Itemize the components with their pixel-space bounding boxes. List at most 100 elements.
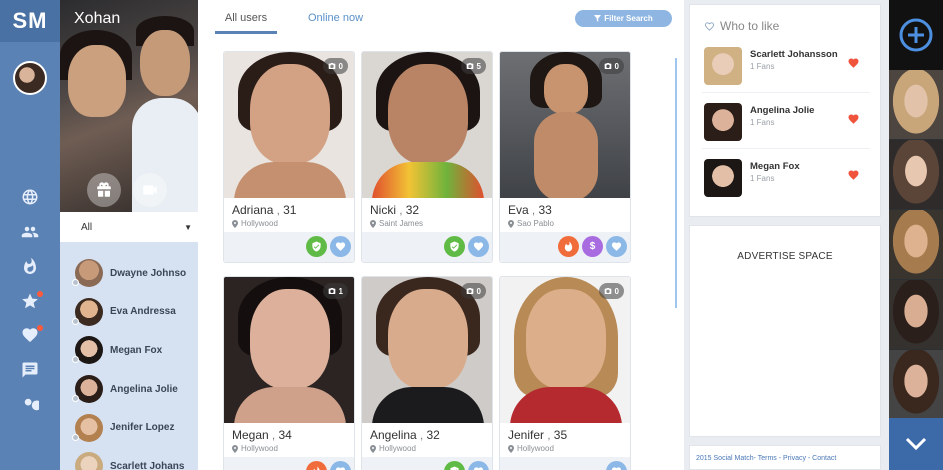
- user-photo[interactable]: 0: [224, 52, 354, 198]
- like-button[interactable]: [468, 461, 489, 470]
- card-name: Angelina: [370, 428, 417, 442]
- verified-badge[interactable]: [444, 236, 465, 257]
- contact-avatar: [72, 297, 103, 326]
- scroll-down-button[interactable]: [889, 418, 943, 470]
- like-button[interactable]: [606, 461, 627, 470]
- user-photo[interactable]: 0: [500, 277, 630, 423]
- tab-all-users[interactable]: All users: [215, 6, 277, 34]
- logo[interactable]: SM: [0, 0, 60, 42]
- hot-badge[interactable]: [558, 236, 579, 257]
- filter-icon: [594, 15, 602, 22]
- user-photo[interactable]: 0: [500, 52, 630, 198]
- heart-outline-icon: [704, 21, 715, 31]
- filter-search-button[interactable]: Filter Search: [575, 10, 672, 27]
- contact-item[interactable]: Megan Fox: [60, 331, 198, 370]
- contact-avatar: [72, 375, 103, 404]
- verified-badge[interactable]: [444, 461, 465, 470]
- nav-star[interactable]: [0, 284, 60, 319]
- suggestion-item[interactable]: Scarlett Johansson 1 Fans: [702, 41, 870, 93]
- dollar-icon: $: [589, 241, 596, 252]
- suggestion-item[interactable]: Angelina Jolie 1 Fans: [702, 97, 870, 149]
- like-heart-icon[interactable]: [847, 57, 860, 69]
- contact-item[interactable]: Dwayne Johnso: [60, 254, 198, 293]
- location-text: Sao Pablo: [517, 219, 554, 228]
- suggestion-item[interactable]: Megan Fox 1 Fans: [702, 153, 870, 205]
- online-user-thumb[interactable]: [889, 140, 943, 210]
- add-button[interactable]: [889, 0, 943, 70]
- contact-item[interactable]: Eva Andressa: [60, 293, 198, 332]
- photo-shape: [234, 162, 346, 198]
- photo-count-badge: 0: [322, 58, 348, 74]
- heart-icon: [335, 242, 346, 251]
- filter-selected-value: All: [81, 221, 93, 233]
- contact-item[interactable]: Angelina Jolie: [60, 370, 198, 409]
- photo-count: 0: [338, 61, 343, 71]
- card-actions: [362, 232, 492, 262]
- contact-avatar: [72, 259, 103, 288]
- heart-icon: [611, 467, 622, 470]
- location-text: Saint James: [379, 219, 424, 228]
- suggestion-fans: 1 Fans: [750, 62, 775, 71]
- nav-users[interactable]: [0, 215, 60, 250]
- camera-icon: [466, 63, 473, 69]
- right-column: Who to like Scarlett Johansson 1 Fans An…: [684, 0, 889, 470]
- gift-button[interactable]: [87, 173, 121, 207]
- photo-shape: [388, 289, 468, 389]
- user-photo[interactable]: 5: [362, 52, 492, 198]
- premium-badge[interactable]: $: [582, 236, 603, 257]
- contact-list: Dwayne Johnso Eva Andressa Megan Fox Ang…: [60, 242, 198, 470]
- cards-scrollbar[interactable]: [675, 58, 677, 308]
- tab-online-now[interactable]: Online now: [308, 6, 378, 34]
- location-text: Hollywood: [241, 444, 278, 453]
- nav-flame[interactable]: [0, 249, 60, 284]
- nav-globe[interactable]: [0, 180, 60, 215]
- like-heart-icon[interactable]: [847, 169, 860, 181]
- card-name: Eva: [508, 203, 529, 217]
- user-card[interactable]: 0 Jenifer , 35 Hollywood: [499, 276, 631, 470]
- online-user-thumb[interactable]: [889, 70, 943, 140]
- user-photo[interactable]: 0: [362, 277, 492, 423]
- footer-links[interactable]: 2015 Social Match- Terms - Privacy - Con…: [696, 455, 836, 462]
- contact-name: Dwayne Johnso: [110, 267, 187, 279]
- like-button[interactable]: [330, 236, 351, 257]
- card-name-line: Jenifer , 35: [508, 428, 630, 442]
- card-location: Hollywood: [508, 444, 630, 453]
- contact-item[interactable]: Scarlett Johans: [60, 447, 198, 470]
- online-user-thumb[interactable]: [889, 280, 943, 350]
- profile-cover-photo: Xohan: [60, 0, 198, 212]
- photo-shape: [534, 112, 598, 198]
- flame-icon: [313, 466, 320, 470]
- like-button[interactable]: [330, 461, 351, 470]
- card-location: Hollywood: [232, 444, 354, 453]
- flame-icon: [24, 258, 36, 275]
- online-user-thumb[interactable]: [889, 210, 943, 280]
- photo-shape: [372, 162, 484, 198]
- nav-heart[interactable]: [0, 318, 60, 353]
- age-separator: ,: [399, 205, 403, 217]
- like-button[interactable]: [606, 236, 627, 257]
- user-card[interactable]: 0 Adriana , 31 Hollywood: [223, 51, 355, 263]
- nav-chat[interactable]: [0, 353, 60, 388]
- verified-badge[interactable]: [306, 236, 327, 257]
- age-separator: ,: [532, 205, 536, 217]
- contacts-filter-select[interactable]: All ▼: [60, 212, 198, 242]
- advertise-panel[interactable]: ADVERTISE SPACE: [689, 225, 881, 437]
- contact-item[interactable]: Jenifer Lopez: [60, 408, 198, 447]
- heart-icon: [335, 467, 346, 470]
- user-photo[interactable]: 1: [224, 277, 354, 423]
- camera-icon: [466, 288, 473, 294]
- like-button[interactable]: [468, 236, 489, 257]
- star-notification-dot: [37, 290, 43, 297]
- online-user-thumb[interactable]: [889, 350, 943, 420]
- nav-avatar[interactable]: [13, 61, 47, 95]
- suggestion-fans: 1 Fans: [750, 118, 775, 127]
- photo-count-badge: 0: [598, 58, 624, 74]
- user-card[interactable]: 5 Nicki , 32 Saint James: [361, 51, 493, 263]
- video-button[interactable]: [133, 173, 167, 207]
- user-card[interactable]: 0 Eva , 33 Sao Pablo $: [499, 51, 631, 263]
- user-card[interactable]: 1 Megan , 34 Hollywood: [223, 276, 355, 470]
- user-card[interactable]: 0 Angelina , 32 Hollywood: [361, 276, 493, 470]
- hot-badge[interactable]: [306, 461, 327, 470]
- like-heart-icon[interactable]: [847, 113, 860, 125]
- nav-search[interactable]: [0, 387, 60, 422]
